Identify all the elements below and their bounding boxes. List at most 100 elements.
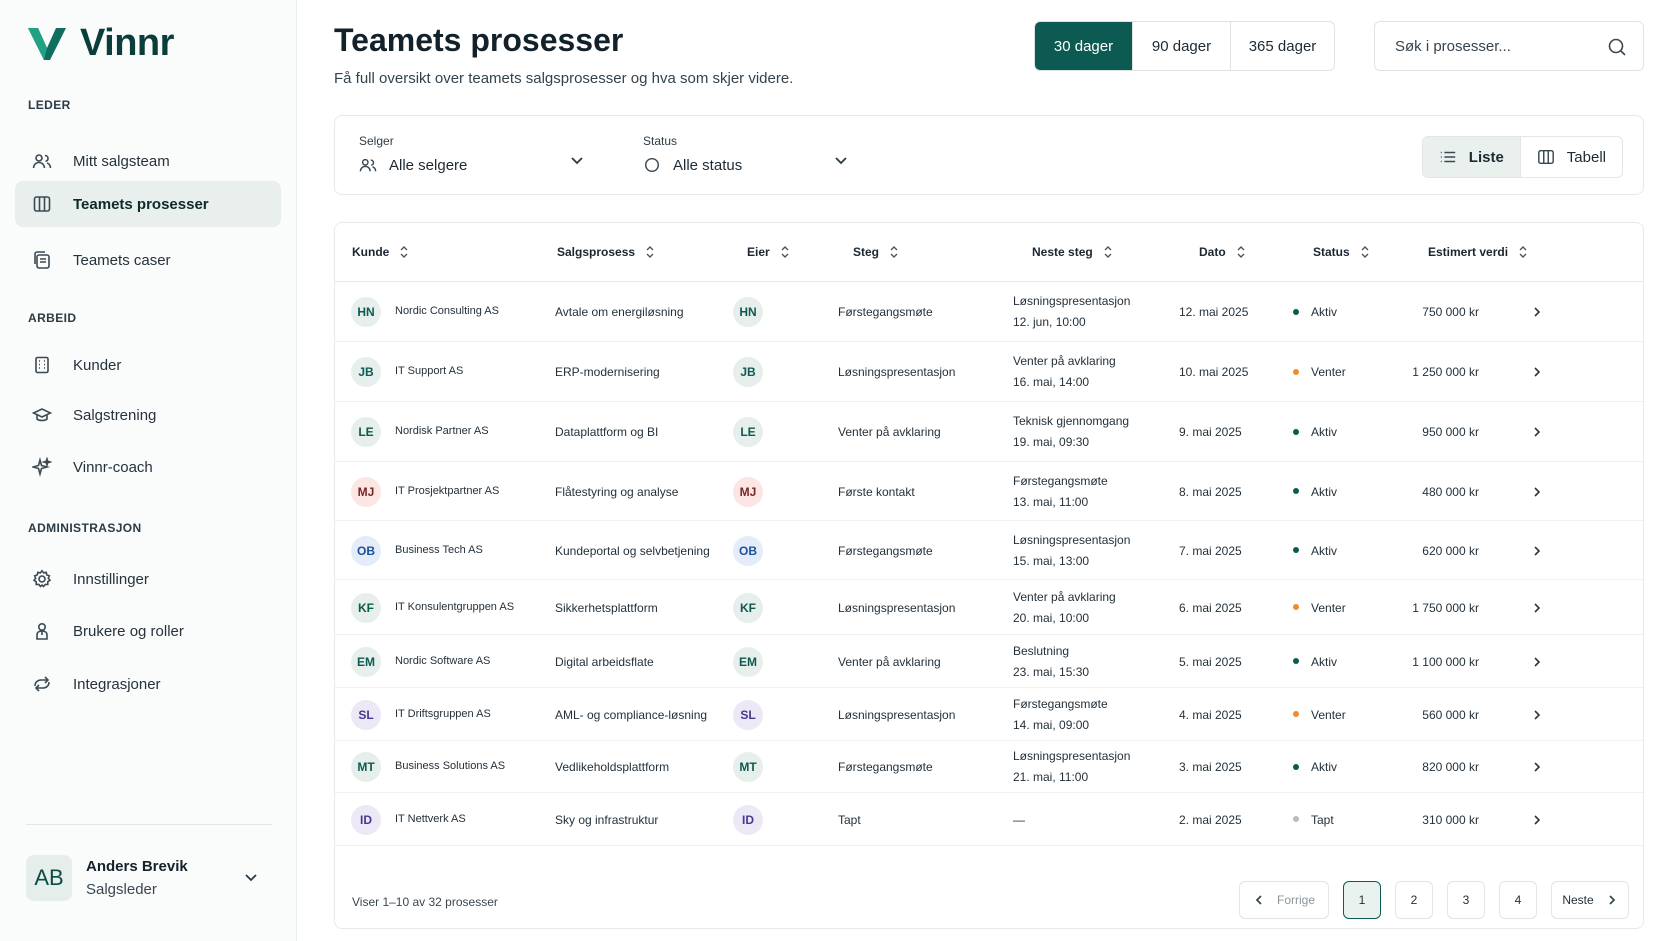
process-name[interactable]: Vedlikeholdsplattform [555,760,669,774]
page-1-button[interactable]: 1 [1343,881,1381,919]
column-header[interactable]: Eier [747,245,790,259]
sidebar-item-mitt-salgsteam[interactable]: Mitt salgsteam [15,138,281,184]
customer-name[interactable]: IT Support AS [395,365,463,377]
column-header-label: Eier [747,245,770,259]
column-header[interactable]: Neste steg [1032,245,1113,259]
chevron-right-icon[interactable] [1530,365,1544,379]
sidebar-item-vinnr-coach[interactable]: Vinnr-coach [15,444,281,490]
chevron-right-icon[interactable] [1530,544,1544,558]
range-365-days-button[interactable]: 365 dager [1230,22,1334,70]
table-row[interactable]: EM Nordic Software AS Digital arbeidsfla… [335,635,1643,688]
next-step-label: Teknisk gjennomgang [1013,414,1130,428]
seller-select[interactable]: Alle selgere [359,156,467,174]
status-select[interactable]: Alle status [643,156,742,174]
page-3-button[interactable]: 3 [1447,881,1485,919]
chevron-right-icon[interactable] [1530,425,1544,439]
customer-avatar: MJ [351,476,381,507]
process-name[interactable]: Flåtestyring og analyse [555,485,678,499]
customer-name[interactable]: Nordic Software AS [395,655,490,667]
process-name[interactable]: Kundeportal og selvbetjening [555,544,710,558]
prev-page-button[interactable]: Forrige [1239,881,1329,919]
next-page-button[interactable]: Neste [1551,881,1629,919]
process-name[interactable]: ERP-modernisering [555,365,660,379]
sidebar-item-innstillinger[interactable]: Innstillinger [15,556,281,602]
next-page-label: Neste [1562,893,1594,907]
page-2-button[interactable]: 2 [1395,881,1433,919]
chevron-right-icon[interactable] [1530,813,1544,827]
process-name[interactable]: Sky og infrastruktur [555,813,658,827]
process-name[interactable]: Dataplattform og BI [555,425,658,439]
customer-avatar: EM [351,646,381,677]
process-name[interactable]: Sikkerhetsplattform [555,601,658,615]
customer-name[interactable]: Nordisk Partner AS [395,425,489,437]
sidebar-item-salgstrening[interactable]: Salgstrening [15,392,281,438]
range-30-days-button[interactable]: 30 dager [1035,22,1132,70]
stage: Løsningspresentasjon [838,600,956,615]
integration-icon [31,673,53,695]
app-name: Vinnr [80,22,174,64]
sidebar-item-teamets-prosesser[interactable]: Teamets prosesser [15,181,281,227]
user-card[interactable]: AB Anders Brevik Salgsleder [26,850,272,906]
table-header: Kunde Salgsprosess Eier Steg Neste steg Dato S… [335,223,1643,282]
chevron-down-icon[interactable] [242,868,260,886]
column-header[interactable]: Estimert verdi [1428,245,1528,259]
prev-page-label: Forrige [1276,893,1315,907]
sidebar-item-integrasjoner[interactable]: Integrasjoner [15,661,281,707]
table-row[interactable]: LE Nordisk Partner AS Dataplattform og B… [335,402,1643,462]
customer-name[interactable]: IT Nettverk AS [395,813,466,825]
nav-section-title: LEDER [28,98,71,112]
chevron-right-icon[interactable] [1530,305,1544,319]
customer-name[interactable]: IT Konsulentgruppen AS [395,601,514,613]
customer-name[interactable]: IT Prosjektpartner AS [395,485,499,497]
table-row[interactable]: OB Business Tech AS Kundeportal og selvb… [335,521,1643,580]
status-badge: Aktiv [1293,425,1337,439]
table-row[interactable]: MT Business Solutions AS Vedlikeholdspla… [335,741,1643,793]
status-dot [1293,763,1299,770]
customer-name[interactable]: IT Driftsgruppen AS [395,708,491,720]
sidebar-item-brukere-og-roller[interactable]: Brukere og roller [15,608,281,654]
owner-avatar: MJ [733,476,763,507]
process-name[interactable]: Avtale om energiløsning [555,305,684,319]
customer-name[interactable]: Nordic Consulting AS [395,305,499,317]
chevron-right-icon[interactable] [1530,601,1544,615]
columns-icon [1537,149,1554,165]
sidebar-item-kunder[interactable]: Kunder [15,342,281,388]
next-step: — [1013,810,1025,831]
table-row[interactable]: MJ IT Prosjektpartner AS Flåtestyring og… [335,462,1643,521]
chevron-right-icon[interactable] [1530,655,1544,669]
table-row[interactable]: HN Nordic Consulting AS Avtale om energi… [335,282,1643,342]
chevron-right-icon[interactable] [1530,485,1544,499]
building-icon [31,354,53,376]
sort-icon [781,246,789,258]
page-4-button[interactable]: 4 [1499,881,1537,919]
customer-name[interactable]: Business Tech AS [395,544,483,556]
column-header[interactable]: Dato [1199,245,1246,259]
status-label: Aktiv [1311,305,1338,319]
column-header[interactable]: Status [1313,245,1370,259]
stage: Førstegangsmøte [838,760,933,774]
list-view-button[interactable]: Liste [1422,137,1520,177]
column-header[interactable]: Kunde [352,245,409,259]
chevron-down-icon[interactable] [569,152,585,168]
table-row[interactable]: KF IT Konsulentgruppen AS Sikkerhetsplat… [335,580,1643,635]
table-row[interactable]: SL IT Driftsgruppen AS AML- og complianc… [335,688,1643,741]
range-90-days-button[interactable]: 90 dager [1132,22,1230,70]
brand[interactable]: Vinnr [28,22,174,65]
customer-name[interactable]: Business Solutions AS [395,760,505,772]
search-icon[interactable] [1607,37,1627,57]
process-name[interactable]: Digital arbeidsflate [555,655,654,669]
column-header[interactable]: Salgsprosess [557,245,655,259]
table-row[interactable]: ID IT Nettverk AS Sky og infrastruktur I… [335,793,1643,846]
table-view-button[interactable]: Tabell [1519,137,1622,177]
sidebar-item-teamets-caser[interactable]: Teamets caser [15,237,281,283]
chevron-right-icon[interactable] [1530,760,1544,774]
column-header[interactable]: Steg [853,245,899,259]
search-input[interactable] [1395,37,1595,55]
chevron-down-icon[interactable] [833,152,849,168]
next-step: Førstegangsmøte 14. mai, 09:00 [1013,694,1108,736]
owner-avatar: KF [733,592,763,623]
chevron-right-icon[interactable] [1530,708,1544,722]
process-date: 3. mai 2025 [1179,760,1242,774]
process-name[interactable]: AML- og compliance-løsning [555,708,707,722]
table-row[interactable]: JB IT Support AS ERP-modernisering JB Lø… [335,342,1643,402]
